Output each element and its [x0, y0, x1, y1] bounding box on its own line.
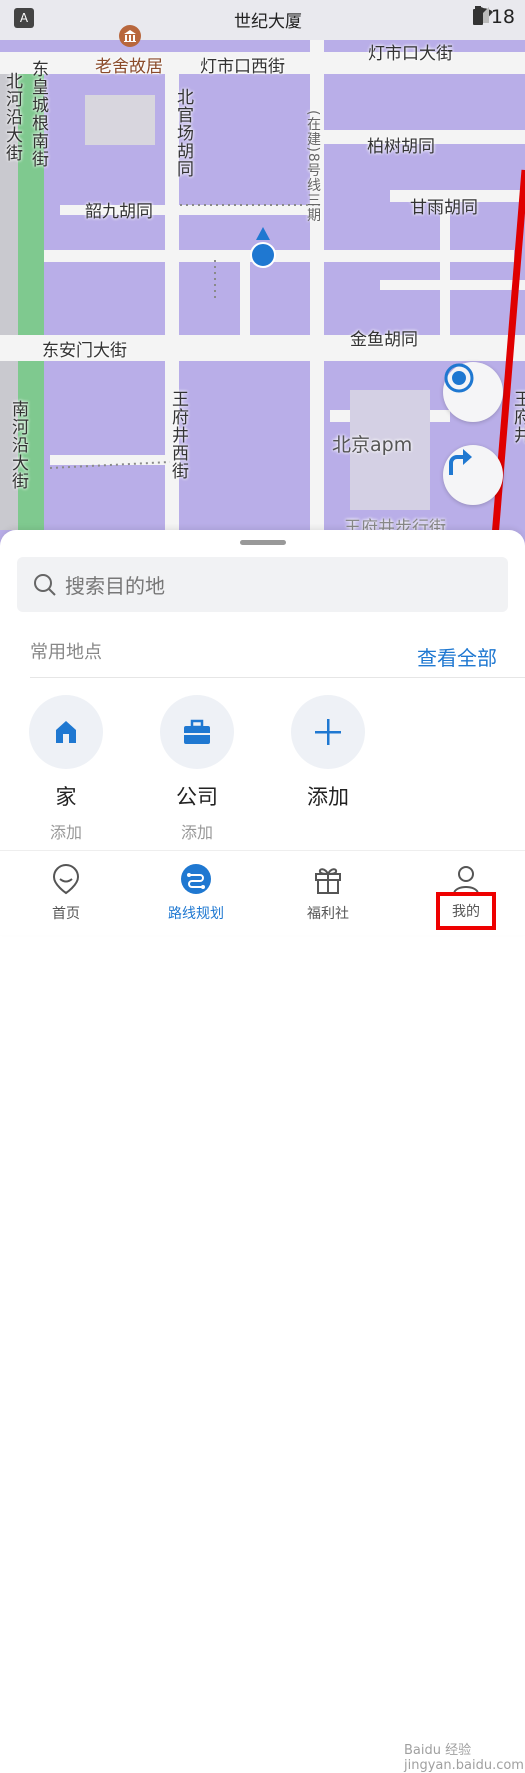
road-label: 王府井 — [510, 390, 525, 444]
road-label: 甘雨胡同 — [410, 198, 478, 218]
place-home[interactable]: 家 添加 — [16, 695, 116, 843]
locate-target-icon — [444, 363, 474, 393]
battery-icon — [473, 6, 484, 25]
home-heart-icon — [52, 863, 80, 895]
subway-label: (在建)8号线三期 — [305, 110, 321, 223]
road-label: 灯市口西街 — [200, 57, 285, 77]
tab-label: 首页 — [52, 906, 80, 922]
turn-arrow-icon — [449, 449, 472, 475]
search-bar[interactable]: 搜索目的地 — [17, 557, 508, 612]
road-label: 灯市口大街 — [368, 44, 453, 64]
road-label: 东皇城根南街 — [28, 60, 48, 168]
road-label: 王府井西街 — [168, 390, 188, 480]
view-all-link[interactable]: 查看全部 — [417, 642, 497, 671]
route-button[interactable] — [443, 445, 503, 505]
highlight-box — [436, 892, 496, 930]
poi-label[interactable]: 老舍故居 — [95, 52, 163, 77]
place-name: 添加 — [307, 785, 349, 809]
status-bar: A 世纪大厦 4:18 — [0, 0, 525, 38]
user-location-marker — [250, 227, 276, 268]
gift-icon — [315, 868, 341, 894]
road-label: 北官场胡同 — [173, 88, 193, 178]
place-sub: 添加 — [49, 823, 82, 842]
user-icon — [453, 866, 479, 894]
home-icon — [56, 721, 76, 743]
road-label: 北河沿大街 — [2, 72, 22, 162]
tab-route-planning[interactable]: 路线规划 — [146, 863, 246, 923]
place-company[interactable]: 公司 添加 — [147, 695, 247, 843]
place-add[interactable]: 添加 — [278, 695, 378, 811]
tab-label: 路线规划 — [168, 906, 224, 922]
briefcase-icon — [184, 719, 210, 744]
museum-icon[interactable] — [118, 24, 142, 48]
common-places-title: 常用地点 — [30, 642, 102, 663]
place-home-button[interactable] — [29, 695, 103, 769]
road-label: 柏树胡同 — [367, 137, 435, 157]
place-company-button[interactable] — [160, 695, 234, 769]
road-label: 东安门大街 — [42, 341, 127, 361]
road-label: 金鱼胡同 — [350, 330, 418, 350]
search-placeholder: 搜索目的地 — [65, 574, 165, 598]
road-label: 韶九胡同 — [85, 202, 153, 222]
place-name: 家 — [55, 785, 77, 809]
divider — [30, 677, 525, 678]
watermark: Baidu 经验 jingyan.baidu.com — [404, 1743, 524, 1773]
place-sub: 添加 — [180, 823, 213, 842]
notification-badge: A — [14, 8, 34, 28]
status-title: 世纪大厦 — [234, 12, 302, 32]
tab-home[interactable]: 首页 — [16, 863, 116, 923]
place-add-button[interactable] — [291, 695, 365, 769]
search-icon — [34, 573, 56, 596]
place-name: 公司 — [176, 785, 218, 809]
map-view[interactable]: A 世纪大厦 4:18 老舍故居 灯市口西街 灯市口大街 东皇城根南街 北河沿大… — [0, 0, 525, 560]
plus-icon — [315, 719, 341, 745]
sheet-drag-handle[interactable] — [240, 540, 286, 545]
poi-label[interactable]: 北京apm — [332, 430, 412, 457]
tab-label: 福利社 — [307, 906, 349, 922]
locate-button[interactable] — [443, 362, 503, 422]
tab-welfare[interactable]: 福利社 — [278, 863, 378, 923]
route-icon — [181, 864, 211, 894]
road-label: 南河沿大街 — [8, 400, 28, 490]
